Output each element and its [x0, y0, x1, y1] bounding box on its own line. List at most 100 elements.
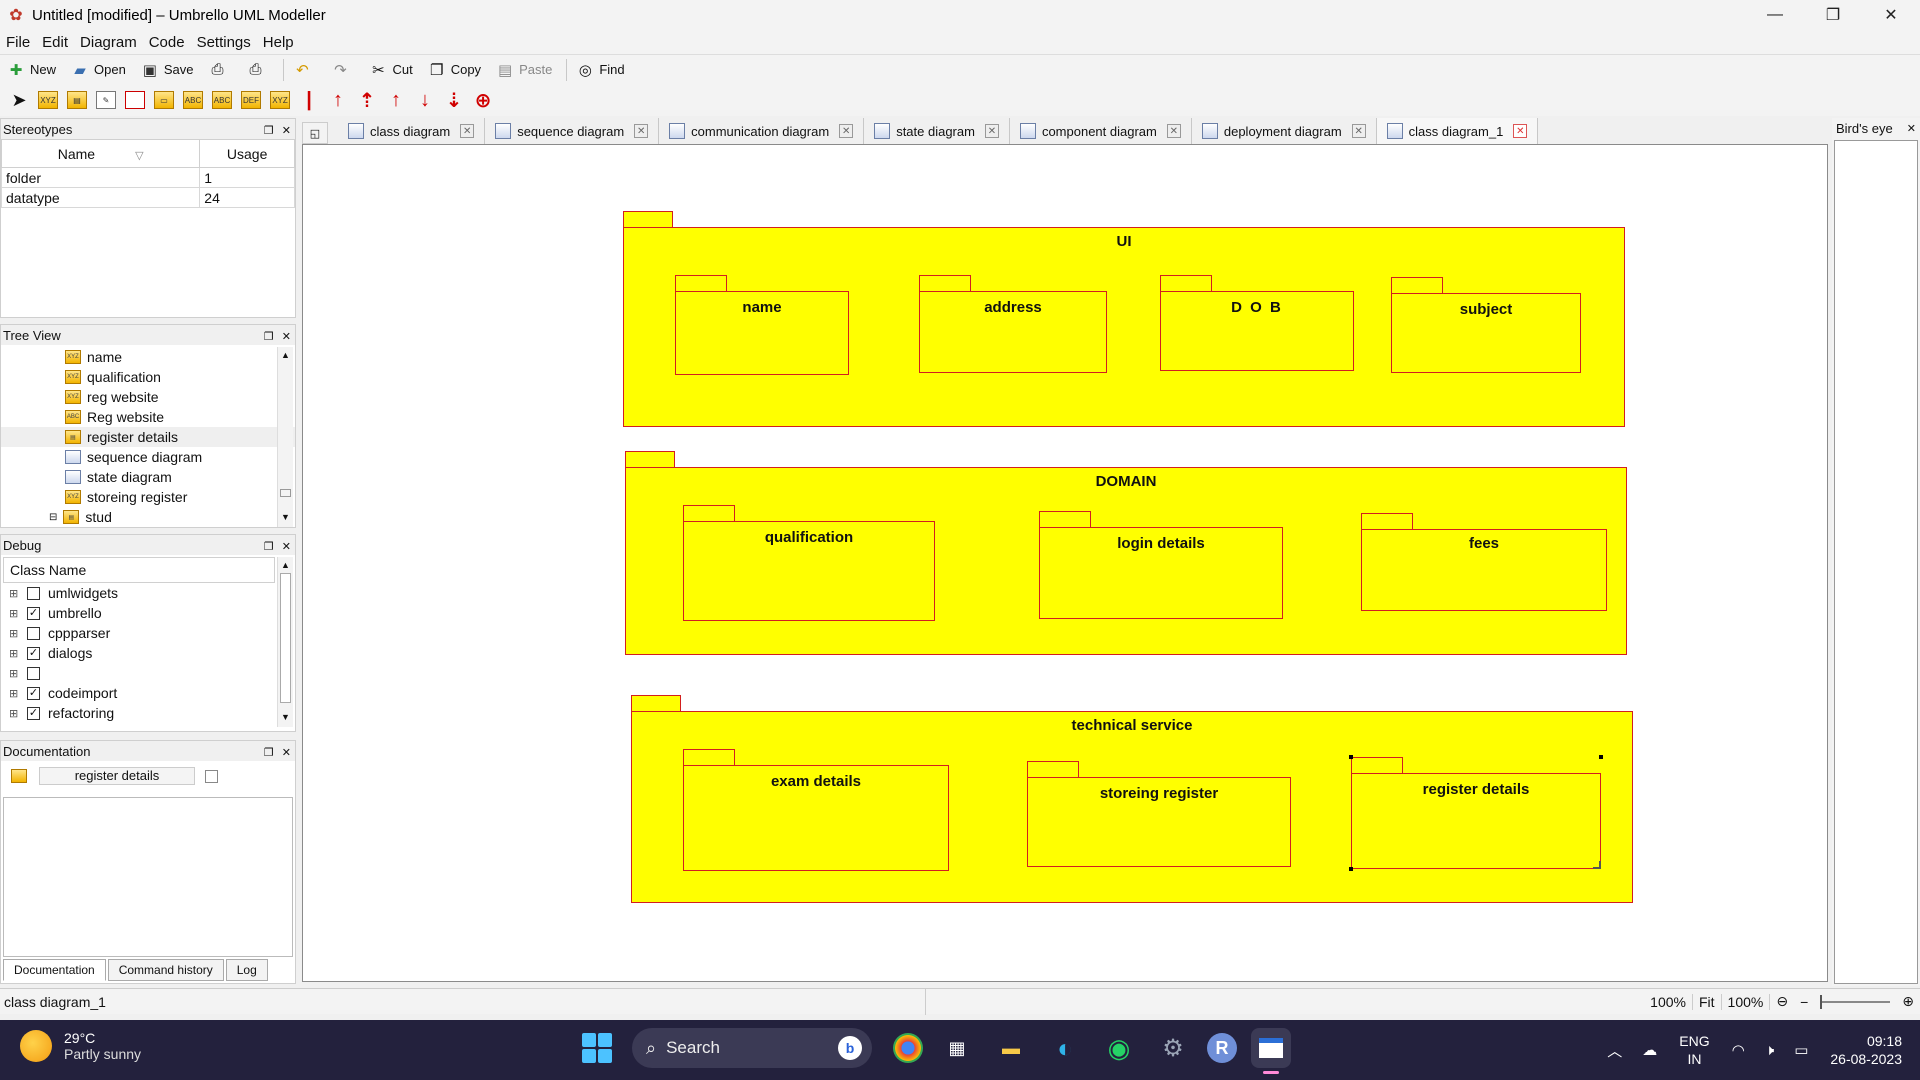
list-item[interactable]: ⊞ ✓ refactoring	[1, 703, 295, 723]
debug-scrollbar[interactable]: ▲ ▼	[277, 557, 293, 727]
tree-scrollbar[interactable]: ▲ ▼	[277, 347, 293, 527]
package-tool-icon[interactable]: ▤	[66, 89, 88, 111]
tree-item[interactable]: sequence diagram	[1, 447, 295, 467]
tab-class-diagram[interactable]: class diagram ✕	[338, 118, 486, 144]
restore-button[interactable]: ❐	[1804, 0, 1862, 30]
zoom-minus-icon[interactable]: −	[1794, 994, 1814, 1010]
close-tab-icon[interactable]: ✕	[984, 124, 999, 138]
collapse-icon[interactable]: ⊟	[49, 512, 57, 523]
weather-widget[interactable]: 29°C Partly sunny	[20, 1030, 141, 1062]
copy-button[interactable]: ❐ Copy	[427, 60, 481, 80]
tree-item[interactable]: ⊟ ▤ stud	[1, 507, 295, 527]
settings-gear-icon[interactable]: ⚙	[1153, 1028, 1193, 1068]
windows-start-icon[interactable]	[582, 1033, 612, 1063]
float-icon[interactable]: ❐	[264, 541, 274, 553]
menu-help[interactable]: Help	[263, 34, 294, 51]
close-icon[interactable]: ✕	[282, 125, 291, 137]
scroll-thumb[interactable]	[280, 489, 291, 497]
package-storeing-register[interactable]: storeing register	[1027, 761, 1291, 867]
close-icon[interactable]: ✕	[282, 747, 291, 759]
aggregation-arrow-icon[interactable]: ⇣	[443, 89, 465, 112]
close-icon[interactable]: ✕	[282, 541, 291, 553]
scroll-down-icon[interactable]: ▼	[278, 509, 293, 525]
zoom-percent[interactable]: 100%	[1720, 993, 1771, 1010]
table-row[interactable]: datatype 24	[0, 187, 295, 208]
selection-handle[interactable]	[1599, 755, 1603, 759]
birds-eye-view[interactable]	[1834, 140, 1918, 984]
close-icon[interactable]: ✕	[282, 331, 291, 343]
tree-item[interactable]: XYZ qualification	[1, 367, 295, 387]
list-item[interactable]: ⊞ ✓ dialogs	[1, 643, 295, 663]
minimize-button[interactable]: —	[1746, 0, 1804, 30]
documentation-checkbox[interactable]	[205, 769, 218, 783]
chrome-icon[interactable]	[893, 1033, 923, 1063]
generalization-arrow-icon[interactable]: ↑	[327, 89, 349, 111]
tab-documentation[interactable]: Documentation	[3, 959, 106, 981]
select-arrow-icon[interactable]: ➤	[8, 89, 30, 111]
checkbox-checked[interactable]: ✓	[27, 646, 40, 660]
scroll-up-icon[interactable]: ▲	[278, 347, 293, 363]
close-tab-icon[interactable]: ✕	[460, 124, 475, 138]
list-item[interactable]: ⊞ ✓ codeimport	[1, 683, 295, 703]
expand-icon[interactable]: ⊞	[9, 647, 19, 660]
selection-handle[interactable]	[1349, 867, 1353, 871]
dependency-arrow-icon[interactable]: ⇡	[356, 89, 378, 112]
class-name-header[interactable]: Class Name	[3, 557, 275, 583]
menu-diagram[interactable]: Diagram	[80, 34, 137, 51]
expand-icon[interactable]: ⊞	[9, 587, 19, 600]
datatype-tool-icon[interactable]: ABC	[211, 89, 233, 111]
anchor-line-icon[interactable]: |	[298, 89, 320, 111]
cut-button[interactable]: ✂ Cut	[368, 60, 413, 80]
undo-button[interactable]: ↶	[292, 60, 316, 80]
menu-settings[interactable]: Settings	[197, 34, 251, 51]
menu-edit[interactable]: Edit	[42, 34, 68, 51]
box-tool-icon[interactable]	[124, 89, 146, 111]
expand-icon[interactable]: ⊞	[9, 607, 19, 620]
table-row[interactable]: folder 1	[0, 167, 295, 188]
battery-icon[interactable]: ▭	[1794, 1041, 1808, 1059]
microsoft-store-icon[interactable]: ▦	[937, 1028, 977, 1068]
package-exam-details[interactable]: exam details	[683, 749, 949, 871]
new-button[interactable]: ✚ New	[6, 60, 56, 80]
documentation-name-field[interactable]: register details	[39, 767, 195, 785]
close-icon[interactable]: ✕	[1907, 122, 1916, 135]
package-subject[interactable]: subject	[1391, 277, 1581, 373]
tree-item[interactable]: XYZ reg website	[1, 387, 295, 407]
close-tab-icon[interactable]: ✕	[1513, 124, 1528, 138]
package-dob[interactable]: D O B	[1160, 275, 1354, 371]
whatsapp-icon[interactable]: ◉	[1099, 1028, 1139, 1068]
tab-log[interactable]: Log	[225, 959, 268, 981]
zoom-slider[interactable]	[1820, 994, 1891, 1009]
tree-item[interactable]: XYZ name	[1, 347, 295, 367]
documentation-textarea[interactable]	[3, 797, 293, 957]
checkbox[interactable]	[27, 586, 40, 600]
scroll-up-icon[interactable]: ▲	[278, 557, 293, 573]
interface-tool-icon[interactable]: ▭	[153, 89, 175, 111]
print-button[interactable]: ⎙	[207, 60, 231, 80]
expand-icon[interactable]: ⊞	[9, 707, 19, 720]
new-tab-icon[interactable]: ◱	[302, 122, 328, 144]
print-preview-button[interactable]: ⎙	[245, 60, 269, 80]
column-name-header[interactable]: Name ▽	[0, 139, 201, 168]
tree-item-selected[interactable]: ▤ register details	[1, 427, 295, 447]
checkbox-checked[interactable]: ✓	[27, 686, 40, 700]
list-item[interactable]: ⊞	[1, 663, 295, 683]
enum-tool-icon[interactable]: ABC	[182, 89, 204, 111]
zoom-out-icon[interactable]: ⊖	[1770, 993, 1794, 1010]
file-explorer-icon[interactable]: ▬	[991, 1028, 1031, 1068]
umbrello-taskbar-icon[interactable]	[1251, 1028, 1291, 1074]
checkbox-checked[interactable]: ✓	[27, 706, 40, 720]
tab-communication-diagram[interactable]: communication diagram ✕	[659, 118, 865, 144]
note-tool-icon[interactable]: ✎	[95, 89, 117, 111]
package-login-details[interactable]: login details	[1039, 511, 1283, 619]
tree-item[interactable]: state diagram	[1, 467, 295, 487]
template-tool-icon[interactable]: XYZ	[269, 89, 291, 111]
tab-sequence-diagram[interactable]: sequence diagram ✕	[485, 118, 660, 144]
containment-arrow-icon[interactable]: ⊕	[472, 89, 494, 112]
menu-file[interactable]: File	[6, 34, 30, 51]
float-icon[interactable]: ❐	[264, 331, 274, 343]
r-app-icon[interactable]: R	[1207, 1033, 1237, 1063]
edge-icon[interactable]: ◐	[1045, 1028, 1085, 1068]
zoom-in-icon[interactable]: ⊕	[1896, 993, 1920, 1010]
package-name[interactable]: name	[675, 275, 849, 375]
